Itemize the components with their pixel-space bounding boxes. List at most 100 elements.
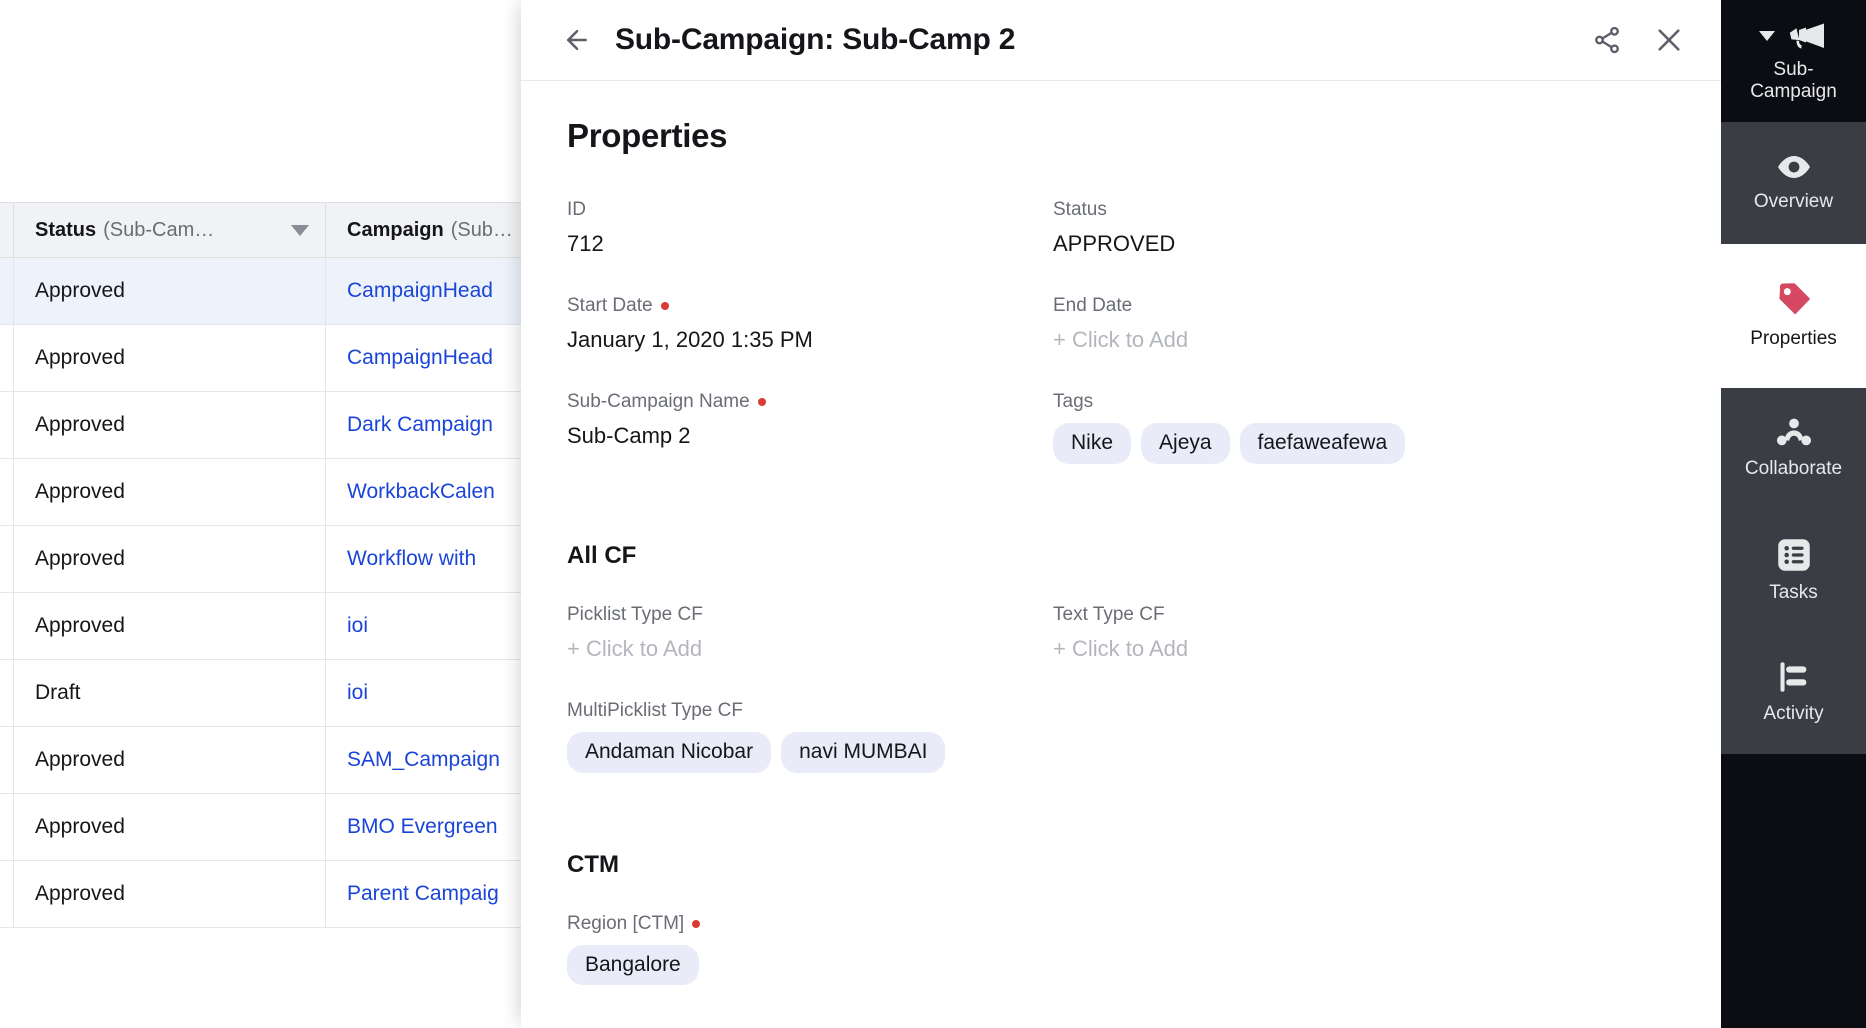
field-id: ID 712 [567, 199, 1053, 261]
field-label-picklist-type-cf: Picklist Type CF [567, 604, 1053, 626]
share-icon [1595, 26, 1619, 54]
field-value-picklist-type-cf-add[interactable]: + Click to Add [567, 636, 1053, 666]
field-tags: Tags Nike Ajeya faefaweafewa [1053, 391, 1677, 464]
field-label-multipicklist-type-cf-text: MultiPicklist Type CF [567, 699, 743, 721]
field-label-sub-campaign-name: Sub-Campaign Name [567, 391, 1053, 413]
field-label-status: Status [1053, 199, 1677, 221]
tag-icon [1775, 281, 1813, 319]
field-value-id[interactable]: 712 [567, 231, 1053, 261]
field-label-end-date-text: End Date [1053, 295, 1133, 316]
rail-item-sub-campaign[interactable]: Sub- Campaign [1721, 0, 1866, 122]
table-row[interactable]: Approved Workflow with [0, 526, 560, 593]
tag-pill[interactable]: faefaweafewa [1239, 423, 1406, 464]
rail-item-collaborate[interactable]: Collaborate [1721, 388, 1866, 510]
multipicklist-pill[interactable]: Andaman Nicobar [567, 731, 772, 773]
field-label-status-text: Status [1053, 199, 1107, 220]
right-rail: Sub- Campaign Overview Properties Collab… [1721, 0, 1866, 1028]
field-label-tags: Tags [1053, 391, 1677, 413]
cell-status: Approved [14, 727, 326, 793]
table-row[interactable]: Draft ioi [0, 660, 560, 727]
column-header-status-label: Status [35, 218, 97, 241]
arrow-left-icon [567, 30, 587, 50]
row-gutter [0, 727, 14, 793]
column-header-campaign-label: Campaign [347, 218, 444, 241]
header-actions [1587, 20, 1689, 60]
column-header-status[interactable]: Status (Sub-Cam… [14, 203, 326, 257]
detail-panel-body: Properties ID 712 Status APPROVED Start … [521, 81, 1721, 1028]
field-region-ctm: Region [CTM] Bangalore [567, 913, 1053, 986]
field-status: Status APPROVED [1053, 199, 1677, 261]
cell-status: Approved [14, 593, 326, 659]
ctm-field-grid: Region [CTM] Bangalore [567, 913, 1677, 1020]
region-pill[interactable]: Bangalore [567, 944, 699, 986]
field-label-text-type-cf: Text Type CF [1053, 604, 1677, 626]
section-heading-ctm: CTM [567, 850, 619, 878]
field-label-region-ctm-text: Region [CTM] [567, 912, 685, 934]
cell-status: Approved [14, 459, 326, 525]
close-button[interactable] [1649, 20, 1689, 60]
field-start-date: Start Date January 1, 2020 1:35 PM [567, 295, 1053, 357]
row-gutter [0, 794, 14, 860]
field-end-date: End Date + Click to Add [1053, 295, 1677, 357]
section-heading-properties: Properties [567, 117, 728, 154]
cell-status: Approved [14, 861, 326, 927]
field-spacer [1053, 913, 1677, 986]
rail-item-overview[interactable]: Overview [1721, 122, 1866, 244]
table-row[interactable]: Approved ioi [0, 593, 560, 660]
row-gutter [0, 660, 14, 726]
field-picklist-type-cf: Picklist Type CF + Click to Add [567, 604, 1053, 666]
multipicklist-pill[interactable]: navi MUMBAI [781, 731, 946, 773]
row-gutter [0, 258, 14, 324]
all-cf-field-grid: Picklist Type CF + Click to Add Text Typ… [567, 604, 1677, 807]
cell-status: Approved [14, 526, 326, 592]
table-row[interactable]: Approved Parent Campaig [0, 861, 560, 928]
field-value-tags[interactable]: Nike Ajeya faefaweafewa [1053, 423, 1677, 464]
row-gutter-header [0, 203, 14, 257]
rail-item-activity[interactable]: Activity [1721, 632, 1866, 754]
field-label-multipicklist-type-cf: MultiPicklist Type CF [567, 700, 1053, 722]
tag-pill[interactable]: Ajeya [1141, 423, 1230, 464]
table-row[interactable]: Approved Dark Campaign [0, 392, 560, 459]
field-value-end-date-add[interactable]: + Click to Add [1053, 327, 1677, 357]
rail-item-tasks-label: Tasks [1769, 582, 1818, 604]
table-row[interactable]: Approved BMO Evergreen [0, 794, 560, 861]
table-header-row: Status (Sub-Cam… Campaign (Sub… [0, 202, 560, 258]
field-label-end-date: End Date [1053, 295, 1677, 317]
field-label-text-type-cf-text: Text Type CF [1053, 603, 1165, 625]
cell-status: Approved [14, 392, 326, 458]
field-label-start-date-text: Start Date [567, 295, 653, 316]
page-title: Sub-Campaign: Sub-Camp 2 [615, 23, 1016, 56]
section-heading-all-cf: All CF [567, 541, 637, 569]
required-dot-icon [757, 398, 766, 406]
table-row[interactable]: Approved CampaignHead [0, 258, 560, 325]
cell-status: Approved [14, 325, 326, 391]
eye-icon [1775, 152, 1813, 182]
rail-item-properties-label: Properties [1750, 328, 1837, 350]
cell-status: Approved [14, 258, 326, 324]
row-gutter [0, 593, 14, 659]
field-label-id: ID [567, 199, 1053, 221]
tag-pill[interactable]: Nike [1053, 423, 1132, 464]
field-value-start-date[interactable]: January 1, 2020 1:35 PM [567, 327, 1053, 357]
share-button[interactable] [1587, 20, 1627, 60]
table-row[interactable]: Approved SAM_Campaign [0, 727, 560, 794]
detail-panel-header: Sub-Campaign: Sub-Camp 2 [521, 0, 1721, 81]
field-value-status[interactable]: APPROVED [1053, 231, 1677, 261]
field-label-tags-text: Tags [1053, 391, 1094, 412]
field-value-multipicklist-type-cf[interactable]: Andaman Nicobar navi MUMBAI [567, 731, 1053, 773]
back-button[interactable] [557, 20, 597, 60]
field-value-text-type-cf-add[interactable]: + Click to Add [1053, 636, 1677, 666]
rail-item-tasks[interactable]: Tasks [1721, 510, 1866, 632]
field-label-start-date: Start Date [567, 295, 1053, 317]
table-row[interactable]: Approved WorkbackCalen [0, 459, 560, 526]
row-gutter [0, 861, 14, 927]
field-value-region-ctm[interactable]: Bangalore [567, 944, 1053, 986]
required-dot-icon [660, 302, 669, 310]
sort-caret-down-icon[interactable] [291, 224, 309, 236]
rail-item-properties[interactable]: Properties [1721, 266, 1866, 366]
app-root: Status (Sub-Cam… Campaign (Sub… Approved… [0, 0, 1866, 1028]
row-gutter [0, 325, 14, 391]
table-row[interactable]: Approved CampaignHead [0, 325, 560, 392]
chevron-down-icon[interactable] [1759, 30, 1775, 41]
field-value-sub-campaign-name[interactable]: Sub-Camp 2 [567, 423, 1053, 453]
